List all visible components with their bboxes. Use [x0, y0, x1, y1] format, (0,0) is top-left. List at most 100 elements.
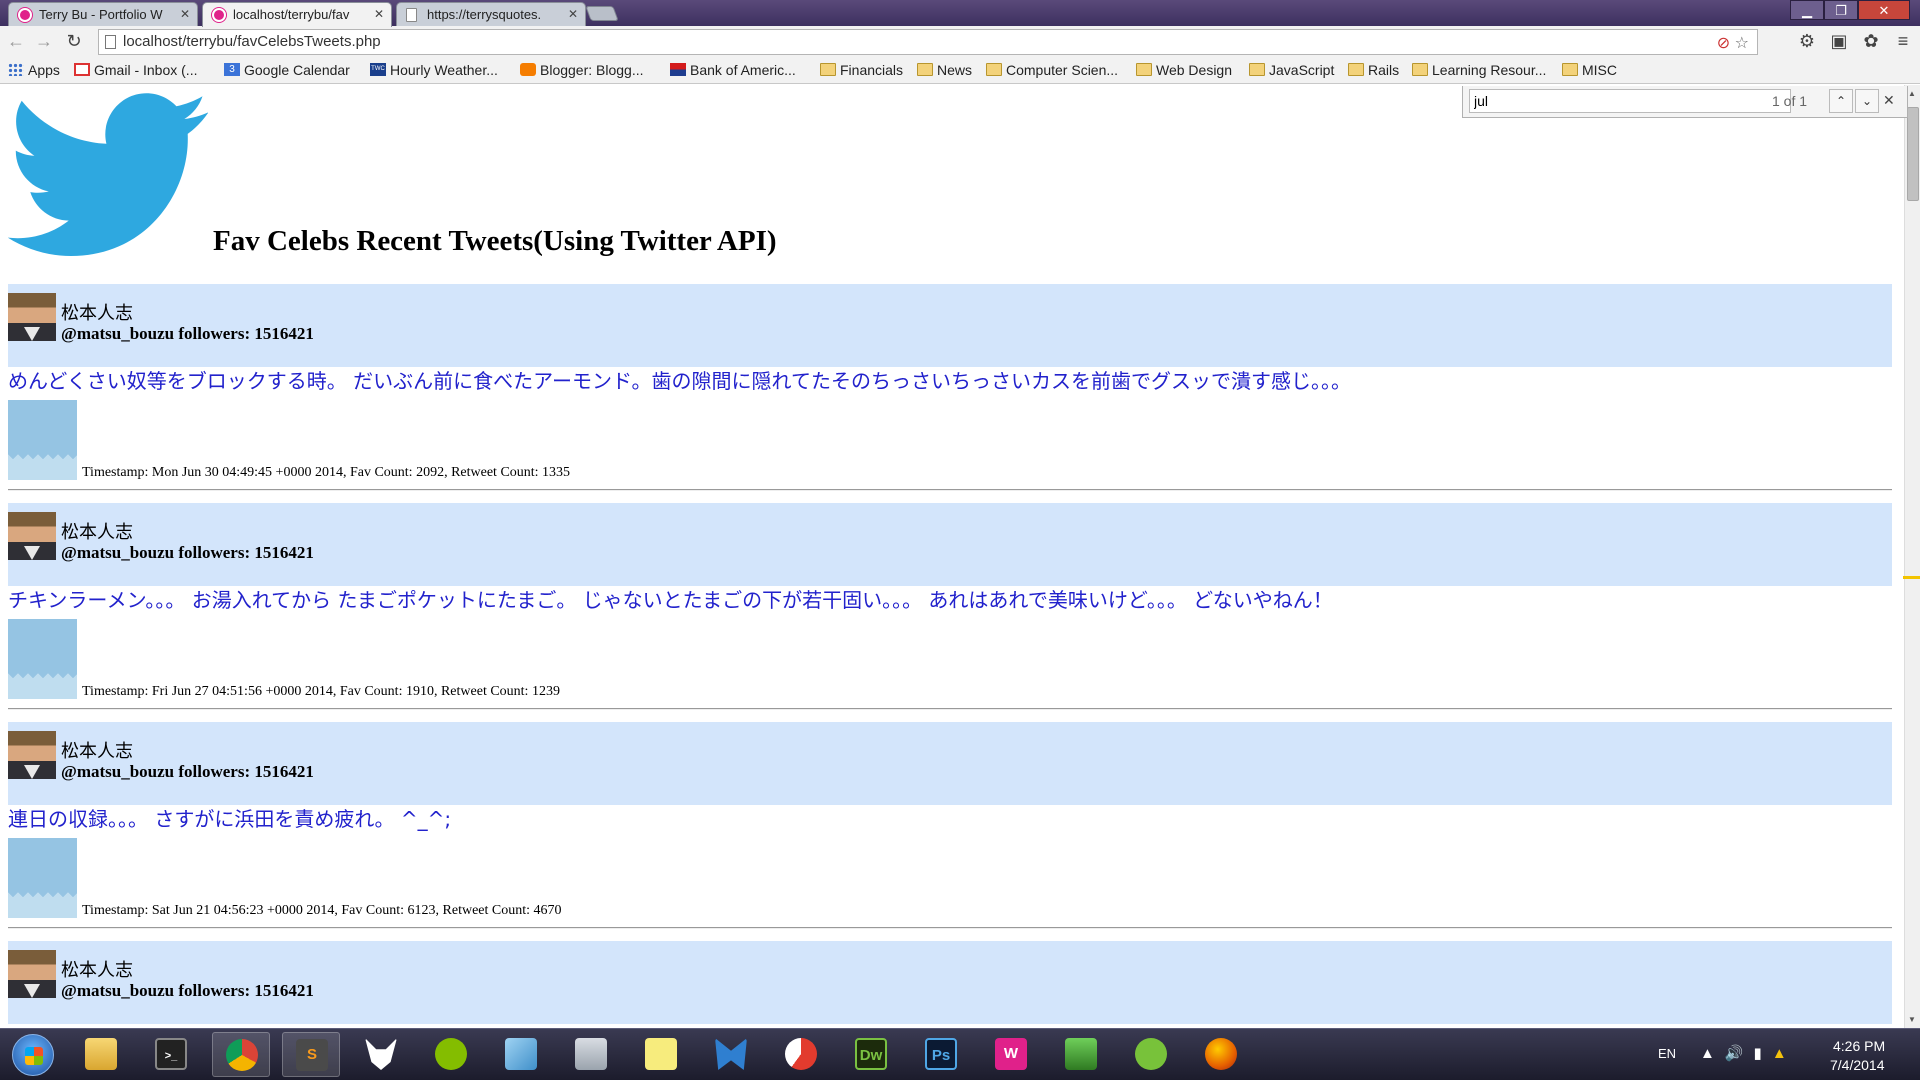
taskbar-ccleaner[interactable]	[772, 1032, 830, 1077]
bookmark-folder-computer-science[interactable]: Computer Scien...	[984, 62, 1118, 78]
address-bar[interactable]: localhost/terrybu/favCelebsTweets.php ⊘ …	[98, 29, 1758, 55]
bookmark-gmail[interactable]: Gmail - Inbox (...	[72, 62, 197, 78]
tab-title: localhost/terrybu/fav	[233, 7, 350, 22]
find-result-marker	[1903, 576, 1920, 579]
scroll-down-arrow-icon[interactable]: ▼	[1908, 1015, 1916, 1024]
tweet-meta: Timestamp: Mon Jun 30 04:49:45 +0000 201…	[82, 465, 571, 480]
avatar[interactable]	[8, 731, 56, 779]
find-previous-button[interactable]: ⌃	[1829, 89, 1853, 113]
folder-icon	[1136, 63, 1152, 76]
bookmark-apps[interactable]: Apps	[6, 62, 60, 78]
tweet-text: 連日の収録。。。 さすがに浜田を責め疲れ。 ^_^;	[8, 807, 452, 831]
bank-icon	[670, 63, 686, 76]
taskbar-vpn[interactable]	[1052, 1032, 1110, 1077]
bookmark-folder-misc[interactable]: MISC	[1560, 62, 1617, 78]
avatar[interactable]	[8, 950, 56, 998]
folder-icon	[917, 63, 933, 76]
reload-icon[interactable]: ↻	[62, 30, 86, 54]
taskbar-calculator[interactable]	[562, 1032, 620, 1077]
scroll-thumb[interactable]	[1907, 107, 1919, 201]
fox-icon	[365, 1038, 397, 1070]
bookmarks-bar: Apps Gmail - Inbox (... 3 Google Calendar…	[0, 58, 1920, 84]
taskbar-firefox[interactable]	[1192, 1032, 1250, 1077]
language-indicator[interactable]: EN	[1658, 1046, 1676, 1061]
taskbar-dreamweaver[interactable]: Dw	[842, 1032, 900, 1077]
google-drive-icon[interactable]: ▲	[1772, 1045, 1797, 1062]
tab-terrysquotes[interactable]: https://terrysquotes. ✕	[396, 2, 586, 26]
tweet-text: めんどくさい奴等をブロックする時。 だいぶん前に食べたアーモンド。歯の隙間に隠れ…	[8, 369, 1351, 393]
bookmark-folder-news[interactable]: News	[915, 62, 972, 78]
taskbar-photoshop[interactable]: Ps	[912, 1032, 970, 1077]
avatar[interactable]	[8, 512, 56, 560]
chrome-menu-icon[interactable]: ≡	[1892, 31, 1914, 52]
divider	[8, 927, 1892, 929]
notepad-icon	[505, 1038, 537, 1070]
bookmark-label: Gmail - Inbox (...	[94, 62, 198, 78]
bookmark-google-calendar[interactable]: 3 Google Calendar	[222, 62, 350, 78]
start-button[interactable]	[12, 1034, 54, 1076]
bookmark-folder-web-design[interactable]: Web Design	[1134, 62, 1232, 78]
twitter-bird-logo	[8, 93, 208, 256]
show-hidden-icons-arrow-icon[interactable]: ▲	[1700, 1045, 1725, 1062]
bookmark-label: Computer Scien...	[1006, 62, 1119, 78]
taskbar-wamp[interactable]: W	[982, 1032, 1040, 1077]
taskbar-sublime[interactable]: S	[282, 1032, 340, 1077]
back-arrow-icon[interactable]: ←	[4, 30, 28, 54]
scroll-up-arrow-icon[interactable]: ▲	[1908, 89, 1916, 98]
taskbar-terminal[interactable]: >_	[142, 1032, 200, 1077]
windows-taskbar: >_ S Dw Ps W EN ▲🔊▮▲ 4:26 PM 7/4/2014	[0, 1028, 1920, 1080]
bookmark-hourly-weather[interactable]: TWC Hourly Weather...	[368, 62, 498, 78]
folder-icon	[820, 63, 836, 76]
bookmark-blogger[interactable]: Blogger: Blogg...	[518, 62, 644, 78]
close-tab-icon[interactable]: ✕	[568, 7, 578, 21]
user-name: 松本人志	[61, 741, 133, 761]
tab-fav-celebs[interactable]: localhost/terrybu/fav ✕	[202, 2, 392, 27]
tweet-header: 松本人志 @matsu_bouzu followers: 1516421	[8, 284, 1892, 367]
new-tab-button[interactable]	[585, 6, 619, 21]
maximize-button[interactable]: ❐	[1824, 0, 1858, 20]
folder-icon	[1249, 63, 1265, 76]
avatar[interactable]	[8, 293, 56, 341]
taskbar-notepad[interactable]	[492, 1032, 550, 1077]
find-next-button[interactable]: ⌄	[1855, 89, 1879, 113]
bookmark-star-icon[interactable]: ☆	[1735, 35, 1749, 52]
network-signal-icon[interactable]: ▮	[1754, 1045, 1772, 1062]
tweet-background-image	[8, 619, 77, 699]
extension-gear-icon[interactable]: ⚙	[1796, 31, 1818, 52]
taskbar-sticky-notes[interactable]	[632, 1032, 690, 1077]
blocked-content-icon[interactable]: ⊘	[1717, 35, 1730, 52]
tweet-card: 松本人志 @matsu_bouzu followers: 1516421 チキン…	[8, 503, 1892, 710]
taskbar-chrome[interactable]	[212, 1032, 270, 1077]
clock-date[interactable]: 7/4/2014	[1830, 1057, 1885, 1073]
taskbar-fox-app[interactable]	[352, 1032, 410, 1077]
minimize-button[interactable]: ▁	[1790, 0, 1824, 20]
bookmark-folder-rails[interactable]: Rails	[1346, 62, 1399, 78]
close-tab-icon[interactable]: ✕	[374, 7, 384, 21]
tab-title: Terry Bu - Portfolio W	[39, 7, 163, 22]
taskbar-malwarebytes[interactable]	[702, 1032, 760, 1077]
close-window-button[interactable]: ✕	[1858, 0, 1910, 20]
bookmark-bank-of-america[interactable]: Bank of Americ...	[668, 62, 796, 78]
close-tab-icon[interactable]: ✕	[180, 7, 190, 21]
folder-icon	[1412, 63, 1428, 76]
page-scrollbar[interactable]: ▲ ▼	[1904, 85, 1920, 1028]
bookmark-folder-learning-resources[interactable]: Learning Resour...	[1410, 62, 1546, 78]
taskbar-utorrent[interactable]	[1122, 1032, 1180, 1077]
find-input[interactable]	[1469, 89, 1791, 113]
bookmark-folder-financials[interactable]: Financials	[818, 62, 903, 78]
color-picker-extension-icon[interactable]: ✿	[1860, 31, 1882, 52]
find-match-count: 1 of 1	[1772, 93, 1808, 109]
bookmark-folder-javascript[interactable]: JavaScript	[1247, 62, 1334, 78]
tab-strip: Terry Bu - Portfolio W ✕ localhost/terry…	[0, 0, 1920, 27]
volume-icon[interactable]: 🔊	[1725, 1045, 1754, 1062]
taskbar-spotify[interactable]	[422, 1032, 480, 1077]
clock-time[interactable]: 4:26 PM	[1833, 1038, 1885, 1054]
firefox-icon	[1205, 1038, 1237, 1070]
screenshot-extension-icon[interactable]: ▣	[1828, 31, 1850, 52]
taskbar-explorer[interactable]	[72, 1032, 130, 1077]
bookmark-label: Rails	[1368, 62, 1400, 78]
forward-arrow-icon[interactable]: →	[32, 30, 56, 54]
close-find-icon[interactable]: ✕	[1883, 92, 1895, 109]
tab-portfolio[interactable]: Terry Bu - Portfolio W ✕	[8, 2, 198, 26]
explorer-icon	[85, 1038, 117, 1070]
